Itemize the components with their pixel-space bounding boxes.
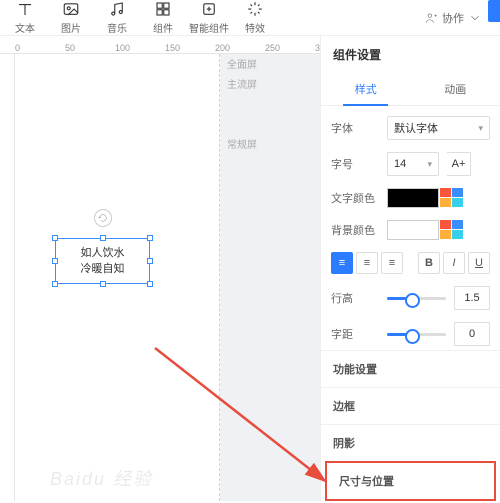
top-toolbar: 文本 图片 音乐 组件 智能组件 特效 协作 xyxy=(0,0,500,36)
chevron-down-icon xyxy=(468,11,482,25)
italic-button[interactable]: I xyxy=(443,252,465,274)
properties-panel: 组件设置 样式 动画 字体默认字体 字号14A+ 文字颜色 背景颜色 xyxy=(320,36,500,501)
screen-size-labels: 全面屏 主流屏 常规屏 xyxy=(227,56,257,156)
tool-music[interactable]: 音乐 xyxy=(94,0,140,35)
resize-handle[interactable] xyxy=(147,235,153,241)
tool-component[interactable]: 组件 xyxy=(140,0,186,35)
selected-text-component[interactable]: 如人饮水 冷暖自知 xyxy=(55,238,150,284)
lineheight-slider[interactable] xyxy=(387,297,446,300)
letterspacing-value[interactable]: 0 xyxy=(454,322,490,346)
resize-handle[interactable] xyxy=(52,281,58,287)
tool-effect[interactable]: 特效 xyxy=(232,0,278,35)
fontsize-step-up[interactable]: A+ xyxy=(447,152,471,176)
tool-smart-component[interactable]: 智能组件 xyxy=(186,0,232,35)
resize-handle[interactable] xyxy=(147,258,153,264)
align-center-button[interactable]: ≡ xyxy=(356,252,378,274)
resize-handle[interactable] xyxy=(100,235,106,241)
lineheight-value[interactable]: 1.5 xyxy=(454,286,490,310)
tab-animation[interactable]: 动画 xyxy=(411,73,500,105)
user-plus-icon xyxy=(424,11,438,25)
ruler-horizontal: 050100150200250300 xyxy=(0,36,320,54)
letterspacing-slider[interactable] xyxy=(387,333,446,336)
rotate-handle[interactable] xyxy=(94,209,112,227)
underline-button[interactable]: U xyxy=(468,252,490,274)
tool-image[interactable]: 图片 xyxy=(48,0,94,35)
resize-handle[interactable] xyxy=(100,281,106,287)
watermark: Baidu 经验 xyxy=(50,465,153,491)
section-size-position[interactable]: 尺寸与位置 xyxy=(325,461,496,501)
section-border[interactable]: 边框 xyxy=(321,387,500,424)
fontsize-select[interactable]: 14 xyxy=(387,152,439,176)
resize-handle[interactable] xyxy=(52,258,58,264)
tab-style[interactable]: 样式 xyxy=(321,73,411,105)
collab-button[interactable]: 协作 xyxy=(424,0,488,35)
section-function[interactable]: 功能设置 xyxy=(321,350,500,387)
resize-handle[interactable] xyxy=(52,235,58,241)
canvas-area[interactable]: 050100150200250300 全面屏 主流屏 常规屏 如人饮水 冷暖自知 xyxy=(0,36,320,501)
ruler-vertical xyxy=(0,54,15,501)
primary-action-button[interactable] xyxy=(488,0,500,22)
bg-color-picker[interactable] xyxy=(387,220,463,240)
tool-text[interactable]: 文本 xyxy=(2,0,48,35)
section-shadow[interactable]: 阴影 xyxy=(321,424,500,461)
bold-button[interactable]: B xyxy=(418,252,440,274)
align-left-button[interactable]: ≡ xyxy=(331,252,353,274)
panel-title: 组件设置 xyxy=(321,36,500,73)
align-right-button[interactable]: ≡ xyxy=(381,252,403,274)
resize-handle[interactable] xyxy=(147,281,153,287)
font-select[interactable]: 默认字体 xyxy=(387,116,490,140)
text-color-picker[interactable] xyxy=(387,188,463,208)
